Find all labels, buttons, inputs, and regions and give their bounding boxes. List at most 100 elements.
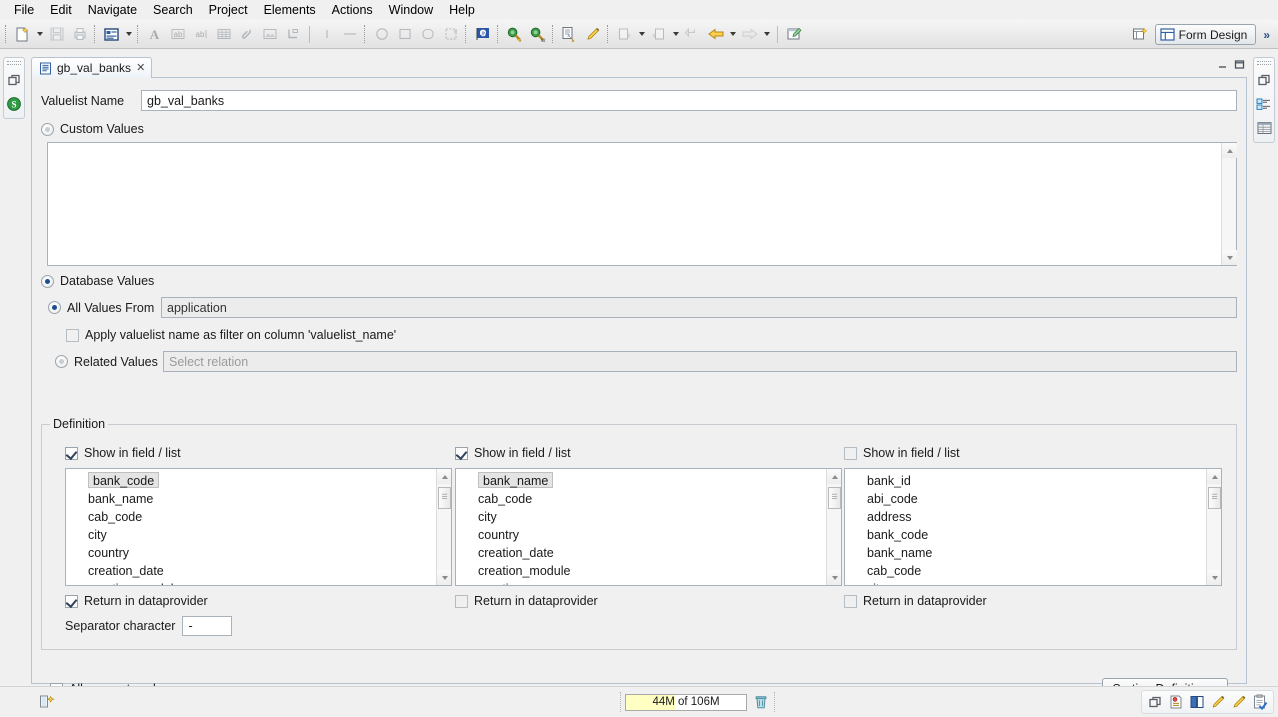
- related-values-radio[interactable]: [55, 355, 68, 368]
- apply-filter-checkbox[interactable]: [66, 329, 79, 342]
- menu-item-search[interactable]: Search: [145, 0, 201, 20]
- definition-listbox-2[interactable]: bank_name cab_code city country creation…: [455, 468, 842, 586]
- menu-item-window[interactable]: Window: [381, 0, 441, 20]
- pencil-yellow-icon[interactable]: [1209, 693, 1227, 711]
- scroll-down-button[interactable]: [1207, 570, 1222, 585]
- scroll-up-button[interactable]: [827, 469, 842, 484]
- list-item[interactable]: city: [66, 526, 451, 544]
- show-in-field-row-1[interactable]: Show in field / list: [65, 446, 452, 460]
- move-element-icon[interactable]: [38, 693, 56, 711]
- list-item[interactable]: cab_code: [845, 562, 1221, 580]
- scroll-thumb[interactable]: ☰: [1208, 487, 1221, 509]
- solution-explorer-icon[interactable]: S: [5, 95, 23, 113]
- heap-monitor[interactable]: 44M of 106M: [620, 692, 775, 712]
- close-icon[interactable]: ✕: [136, 63, 145, 73]
- return-dataprovider-row-1[interactable]: Return in dataprovider: [65, 594, 452, 608]
- trash-icon[interactable]: [752, 693, 770, 711]
- list-item[interactable]: creation_date: [456, 544, 841, 562]
- database-values-radio[interactable]: [41, 275, 54, 288]
- new-file-icon[interactable]: [11, 23, 34, 46]
- list-item[interactable]: address: [845, 508, 1221, 526]
- list-item-label[interactable]: bank_name: [478, 472, 553, 488]
- list-item[interactable]: country: [456, 526, 841, 544]
- show-in-field-checkbox-1[interactable]: [65, 447, 78, 460]
- custom-values-radio-row[interactable]: Custom Values: [41, 122, 1237, 136]
- menu-item-navigate[interactable]: Navigate: [80, 0, 145, 20]
- minimize-icon[interactable]: [1217, 59, 1228, 70]
- show-in-field-checkbox-2[interactable]: [455, 447, 468, 460]
- list-item[interactable]: city: [456, 508, 841, 526]
- pencil-icon[interactable]: [581, 23, 604, 46]
- return-dataprovider-checkbox-1[interactable]: [65, 595, 78, 608]
- script-debug-icon[interactable]: s: [558, 23, 581, 46]
- import-dropdown-arrow[interactable]: [636, 23, 647, 46]
- list-item[interactable]: country: [66, 544, 451, 562]
- form-editor-icon[interactable]: [100, 23, 123, 46]
- maximize-icon[interactable]: [1234, 59, 1245, 70]
- show-in-field-row-3[interactable]: Show in field / list: [844, 446, 1222, 460]
- scroll-thumb[interactable]: ☰: [828, 487, 841, 509]
- all-values-from-combo[interactable]: application: [161, 297, 1237, 318]
- definition-listbox-3[interactable]: bank_id abi_code address bank_code bank_…: [844, 468, 1222, 586]
- list-item-label[interactable]: bank_code: [88, 472, 159, 488]
- forward-dropdown-arrow[interactable]: [761, 23, 772, 46]
- all-values-from-radio[interactable]: [48, 301, 61, 314]
- scroll-down-button[interactable]: [827, 570, 842, 585]
- definition-scrollbar-3[interactable]: ☰: [1206, 469, 1221, 585]
- fastview-grip-right[interactable]: [1257, 61, 1271, 65]
- scroll-thumb[interactable]: ☰: [438, 487, 451, 509]
- list-item[interactable]: cab_code: [456, 490, 841, 508]
- bookmark-icon[interactable]: [1167, 693, 1185, 711]
- search-solution-icon[interactable]: [503, 23, 526, 46]
- list-item[interactable]: bank_name: [66, 490, 451, 508]
- flag-icon[interactable]: UN: [471, 23, 494, 46]
- back-icon[interactable]: [704, 23, 727, 46]
- list-item[interactable]: creation_date: [66, 562, 451, 580]
- fastview-grip-left[interactable]: [7, 61, 21, 65]
- custom-values-radio[interactable]: [41, 123, 54, 136]
- restore-icon[interactable]: [1255, 71, 1273, 89]
- book-icon[interactable]: [1188, 693, 1206, 711]
- list-item[interactable]: bank_name: [845, 544, 1221, 562]
- return-dataprovider-checkbox-3[interactable]: [844, 595, 857, 608]
- back-dropdown-arrow[interactable]: [727, 23, 738, 46]
- list-item[interactable]: creation_module: [66, 580, 451, 586]
- definition-scrollbar-2[interactable]: ☰: [826, 469, 841, 585]
- menu-item-actions[interactable]: Actions: [324, 0, 381, 20]
- properties-view-icon[interactable]: [1255, 119, 1273, 137]
- scroll-up-button[interactable]: [437, 469, 452, 484]
- return-dataprovider-row-2[interactable]: Return in dataprovider: [455, 594, 842, 608]
- return-dataprovider-checkbox-2[interactable]: [455, 595, 468, 608]
- valuelist-name-input[interactable]: gb_val_banks: [141, 90, 1237, 111]
- pencil-yellow-icon-2[interactable]: [1230, 693, 1248, 711]
- related-values-combo[interactable]: Select relation: [163, 351, 1237, 372]
- list-item[interactable]: city: [845, 580, 1221, 586]
- editor-tab-gb-val-banks[interactable]: gb_val_banks ✕: [31, 57, 152, 78]
- custom-values-textarea[interactable]: [47, 142, 1237, 266]
- show-in-field-row-2[interactable]: Show in field / list: [455, 446, 842, 460]
- scroll-down-button[interactable]: [1222, 250, 1237, 265]
- checklist-icon[interactable]: [1251, 693, 1269, 711]
- list-item[interactable]: abi_code: [845, 490, 1221, 508]
- open-perspective-icon[interactable]: [1129, 23, 1152, 46]
- list-item[interactable]: creation_module: [456, 562, 841, 580]
- list-item[interactable]: bank_id: [845, 472, 1221, 490]
- scroll-down-button[interactable]: [437, 570, 452, 585]
- list-item[interactable]: bank_code: [845, 526, 1221, 544]
- restore-icon[interactable]: [1146, 693, 1164, 711]
- definition-listbox-1[interactable]: bank_code bank_name cab_code city countr…: [65, 468, 452, 586]
- database-values-radio-row[interactable]: Database Values: [41, 274, 1237, 288]
- perspective-form-design[interactable]: Form Design: [1155, 24, 1257, 45]
- form-editor-dropdown-arrow[interactable]: [123, 23, 134, 46]
- restore-icon[interactable]: [5, 71, 23, 89]
- return-dataprovider-row-3[interactable]: Return in dataprovider: [844, 594, 1222, 608]
- show-in-field-checkbox-3[interactable]: [844, 447, 857, 460]
- menu-item-elements[interactable]: Elements: [256, 0, 324, 20]
- list-item[interactable]: creation_program: [456, 580, 841, 586]
- apply-filter-row[interactable]: Apply valuelist name as filter on column…: [41, 328, 1237, 342]
- export-dropdown-arrow[interactable]: [670, 23, 681, 46]
- search-web-icon[interactable]: w: [526, 23, 549, 46]
- menu-item-edit[interactable]: Edit: [42, 0, 80, 20]
- menu-item-help[interactable]: Help: [441, 0, 483, 20]
- scroll-up-button[interactable]: [1207, 469, 1222, 484]
